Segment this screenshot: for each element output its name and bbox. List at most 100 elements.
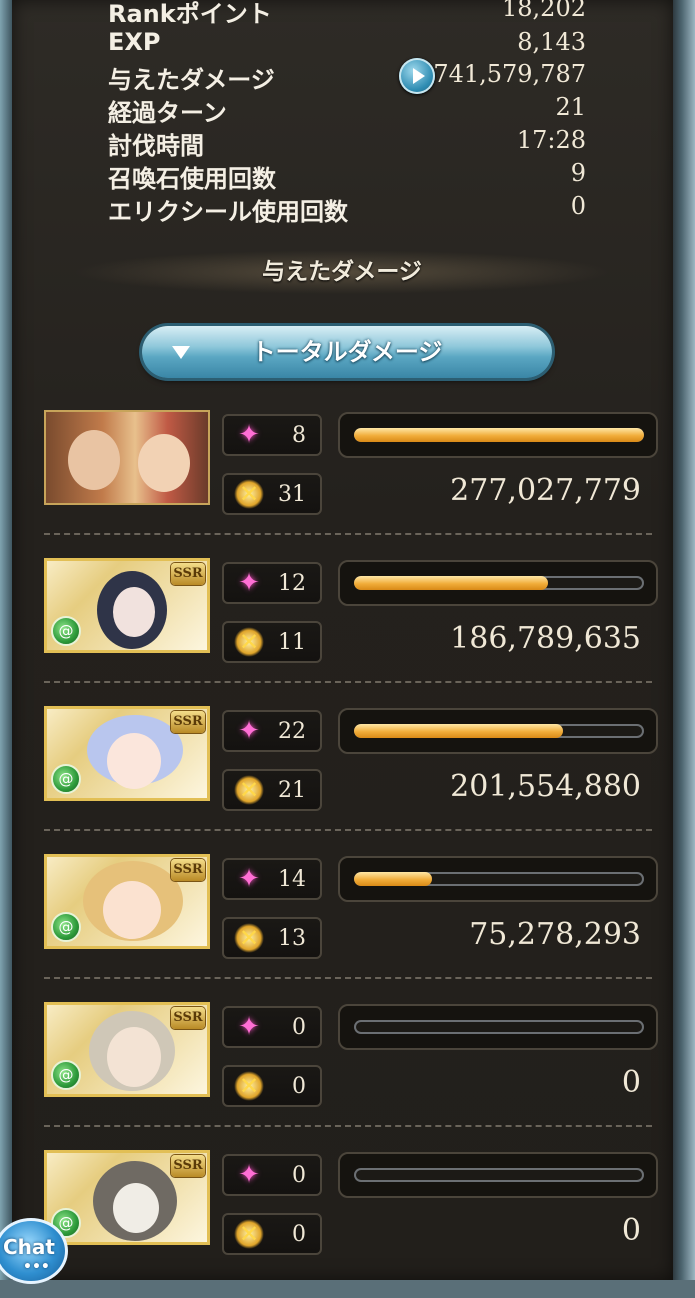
damage-bar-track: [354, 872, 644, 886]
divider: [44, 533, 652, 535]
skill-count-box: ✦ 8: [222, 414, 322, 456]
ougi-count: 21: [278, 778, 306, 803]
skill-count-box: ✦ 0: [222, 1154, 322, 1196]
ougi-count-box: ✕ 21: [222, 769, 322, 811]
character-portrait[interactable]: SSR @: [44, 1002, 210, 1097]
damage-value: 75,278,293: [469, 917, 641, 952]
ougi-icon: ✕: [234, 479, 264, 509]
damage-bar-fill: [354, 576, 548, 590]
divider: [44, 681, 652, 683]
stat-summons: 召喚石使用回数 9: [108, 159, 586, 193]
skill-count-box: ✦ 0: [222, 1006, 322, 1048]
damage-bar: [338, 708, 658, 754]
damage-bar-fill: [354, 428, 644, 442]
portrait-face: [107, 733, 161, 789]
chat-dots: •••: [23, 1259, 50, 1275]
section-header: 与えたダメージ: [72, 250, 612, 294]
right-frame: [673, 0, 695, 1280]
sparkle-icon: ✦: [238, 568, 260, 598]
divider: [44, 829, 652, 831]
section-title: 与えたダメージ: [262, 259, 422, 285]
ougi-icon: ✕: [234, 627, 264, 657]
stat-elixir: エリクシール使用回数 0: [108, 192, 586, 226]
character-portrait[interactable]: SSR @: [44, 1150, 210, 1245]
damage-bar-track: [354, 1168, 644, 1182]
ougi-count: 13: [278, 926, 306, 951]
stat-value: 21: [555, 93, 586, 121]
stat-label: 討伐時間: [108, 132, 204, 160]
ougi-count: 0: [292, 1222, 306, 1247]
skill-count-box: ✦ 12: [222, 562, 322, 604]
ougi-count-box: ✕ 31: [222, 473, 322, 515]
stat-value: 9: [570, 159, 586, 187]
character-portrait[interactable]: SSR @: [44, 558, 210, 653]
wind-element-icon: @: [51, 764, 81, 794]
ougi-count-box: ✕ 11: [222, 621, 322, 663]
ssr-badge: SSR: [171, 1007, 205, 1029]
stat-value: 0: [570, 192, 586, 220]
stat-time: 討伐時間 17:28: [108, 126, 586, 160]
damage-value: 277,027,779: [450, 473, 641, 508]
damage-bar-track: [354, 724, 644, 738]
ougi-count-box: ✕ 0: [222, 1065, 322, 1107]
party-member-row: ✦ 8 ✕ 31 277,027,779: [12, 410, 673, 558]
ougi-icon: ✕: [234, 775, 264, 805]
damage-type-dropdown[interactable]: トータルダメージ: [142, 326, 552, 378]
damage-bar: [338, 560, 658, 606]
divider: [44, 977, 652, 979]
character-portrait[interactable]: SSR @: [44, 706, 210, 801]
stat-label: エリクシール使用回数: [108, 198, 348, 226]
dropdown-label: トータルダメージ: [251, 338, 443, 366]
party-member-row: SSR @ ✦ 12 ✕ 11 186,789,635: [12, 558, 673, 706]
stat-label: 召喚石使用回数: [108, 165, 276, 193]
ougi-count-box: ✕ 13: [222, 917, 322, 959]
wind-element-icon: @: [51, 616, 81, 646]
damage-value: 186,789,635: [450, 621, 641, 656]
ssr-badge: SSR: [171, 563, 205, 585]
divider: [44, 1125, 652, 1127]
stat-label: EXP: [108, 28, 161, 56]
ougi-count: 31: [278, 482, 306, 507]
ssr-badge: SSR: [171, 1155, 205, 1177]
stat-label: Rankポイント: [108, 0, 272, 28]
damage-bar: [338, 856, 658, 902]
stat-total-damage: 与えたダメージ 741,579,787: [108, 58, 586, 94]
portrait-face: [113, 587, 155, 637]
damage-bar-track: [354, 428, 644, 442]
stat-exp: EXP 8,143: [108, 28, 586, 60]
skill-count-box: ✦ 14: [222, 858, 322, 900]
ougi-count-box: ✕ 0: [222, 1213, 322, 1255]
ssr-badge: SSR: [171, 711, 205, 733]
play-icon[interactable]: [399, 58, 435, 94]
damage-value: 0: [621, 1065, 641, 1100]
party-member-row: SSR @ ✦ 0 ✕ 0 0: [12, 1150, 673, 1298]
portrait-face: [103, 881, 161, 939]
damage-bar: [338, 1004, 658, 1050]
character-portrait[interactable]: SSR @: [44, 854, 210, 949]
ougi-count: 11: [278, 630, 306, 655]
party-member-row: SSR @ ✦ 22 ✕ 21 201,554,880: [12, 706, 673, 854]
portrait-face: [113, 1183, 159, 1233]
skill-count: 12: [278, 571, 306, 596]
stat-value: 741,579,787: [433, 60, 586, 88]
stat-label: 与えたダメージ: [108, 66, 275, 94]
skill-count: 8: [292, 423, 306, 448]
portrait-face: [68, 430, 120, 490]
party-member-row: SSR @ ✦ 0 ✕ 0 0: [12, 1002, 673, 1150]
damage-value: 201,554,880: [450, 769, 641, 804]
stat-rank-points: Rankポイント 18,202: [108, 0, 586, 28]
ougi-count: 0: [292, 1074, 306, 1099]
ssr-badge: SSR: [171, 859, 205, 881]
sparkle-icon: ✦: [238, 420, 260, 450]
damage-value: 0: [621, 1213, 641, 1248]
stat-label: 経過ターン: [108, 99, 227, 127]
damage-bar-fill: [354, 872, 432, 886]
stat-value: 17:28: [516, 126, 586, 154]
portrait-face: [138, 434, 190, 492]
sparkle-icon: ✦: [238, 864, 260, 894]
ougi-icon: ✕: [234, 1071, 264, 1101]
battle-result-panel: Rankポイント 18,202 EXP 8,143 与えたダメージ 741,57…: [12, 0, 673, 1280]
sparkle-icon: ✦: [238, 716, 260, 746]
skill-count: 0: [292, 1163, 306, 1188]
character-portrait[interactable]: [44, 410, 210, 505]
